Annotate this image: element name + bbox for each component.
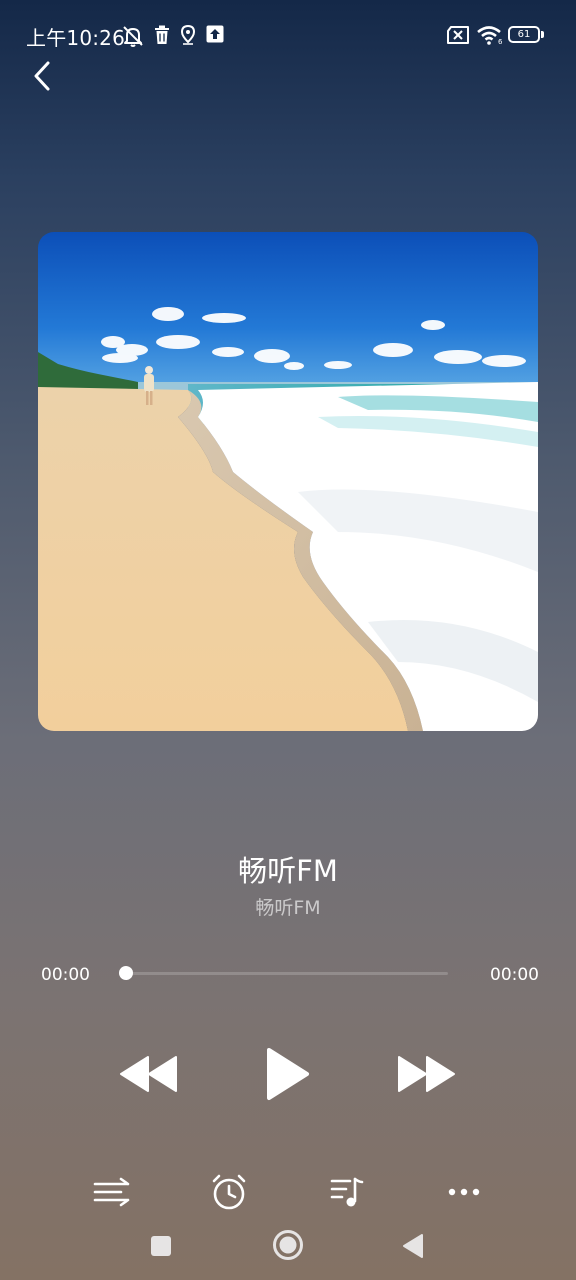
shuffle-icon [93,1177,130,1207]
status-time: 上午10:26 [26,26,126,50]
trash-icon [153,25,171,45]
track-title: 畅听FM [238,854,338,888]
home-circle-icon [273,1230,303,1260]
recents-button[interactable] [150,1235,172,1257]
system-back-button[interactable] [401,1233,425,1259]
svg-text:6: 6 [498,38,503,45]
rewind-icon [120,1056,177,1092]
more-icon [448,1188,480,1196]
upload-icon [206,25,224,43]
chevron-left-icon [34,61,50,91]
next-button[interactable] [397,1054,457,1094]
wifi-icon: 6 [476,25,504,45]
notifications-off-icon [121,25,145,47]
back-triangle-icon [403,1234,423,1258]
more-button[interactable] [446,1182,482,1202]
progress-thumb[interactable] [119,966,133,980]
beach-cover-image [38,232,538,731]
no-sim-icon [446,25,470,45]
music-player-screen: 上午10:26 6 61 畅听FM 畅听FM 00:00 00:00 [0,0,576,1280]
alarm-timer-icon [212,1174,246,1210]
time-total: 00:00 [490,965,539,985]
sleep-timer-button[interactable] [210,1173,248,1211]
battery-cap [541,31,544,38]
shuffle-button[interactable] [93,1176,131,1208]
recents-square-icon [151,1236,171,1256]
album-art [38,232,538,731]
previous-button[interactable] [118,1054,178,1094]
time-elapsed: 00:00 [41,965,90,985]
battery-icon: 61 [508,26,540,43]
play-button[interactable] [265,1047,311,1101]
fast-forward-icon [398,1056,455,1092]
track-artist: 畅听FM [255,897,321,919]
play-icon [267,1048,309,1100]
playlist-icon [330,1177,364,1207]
back-button[interactable] [24,56,64,96]
progress-track[interactable] [126,972,448,975]
status-bar: 上午10:26 6 61 [0,0,576,72]
location-icon [180,25,196,45]
playlist-button[interactable] [329,1174,365,1210]
home-button[interactable] [272,1229,304,1261]
